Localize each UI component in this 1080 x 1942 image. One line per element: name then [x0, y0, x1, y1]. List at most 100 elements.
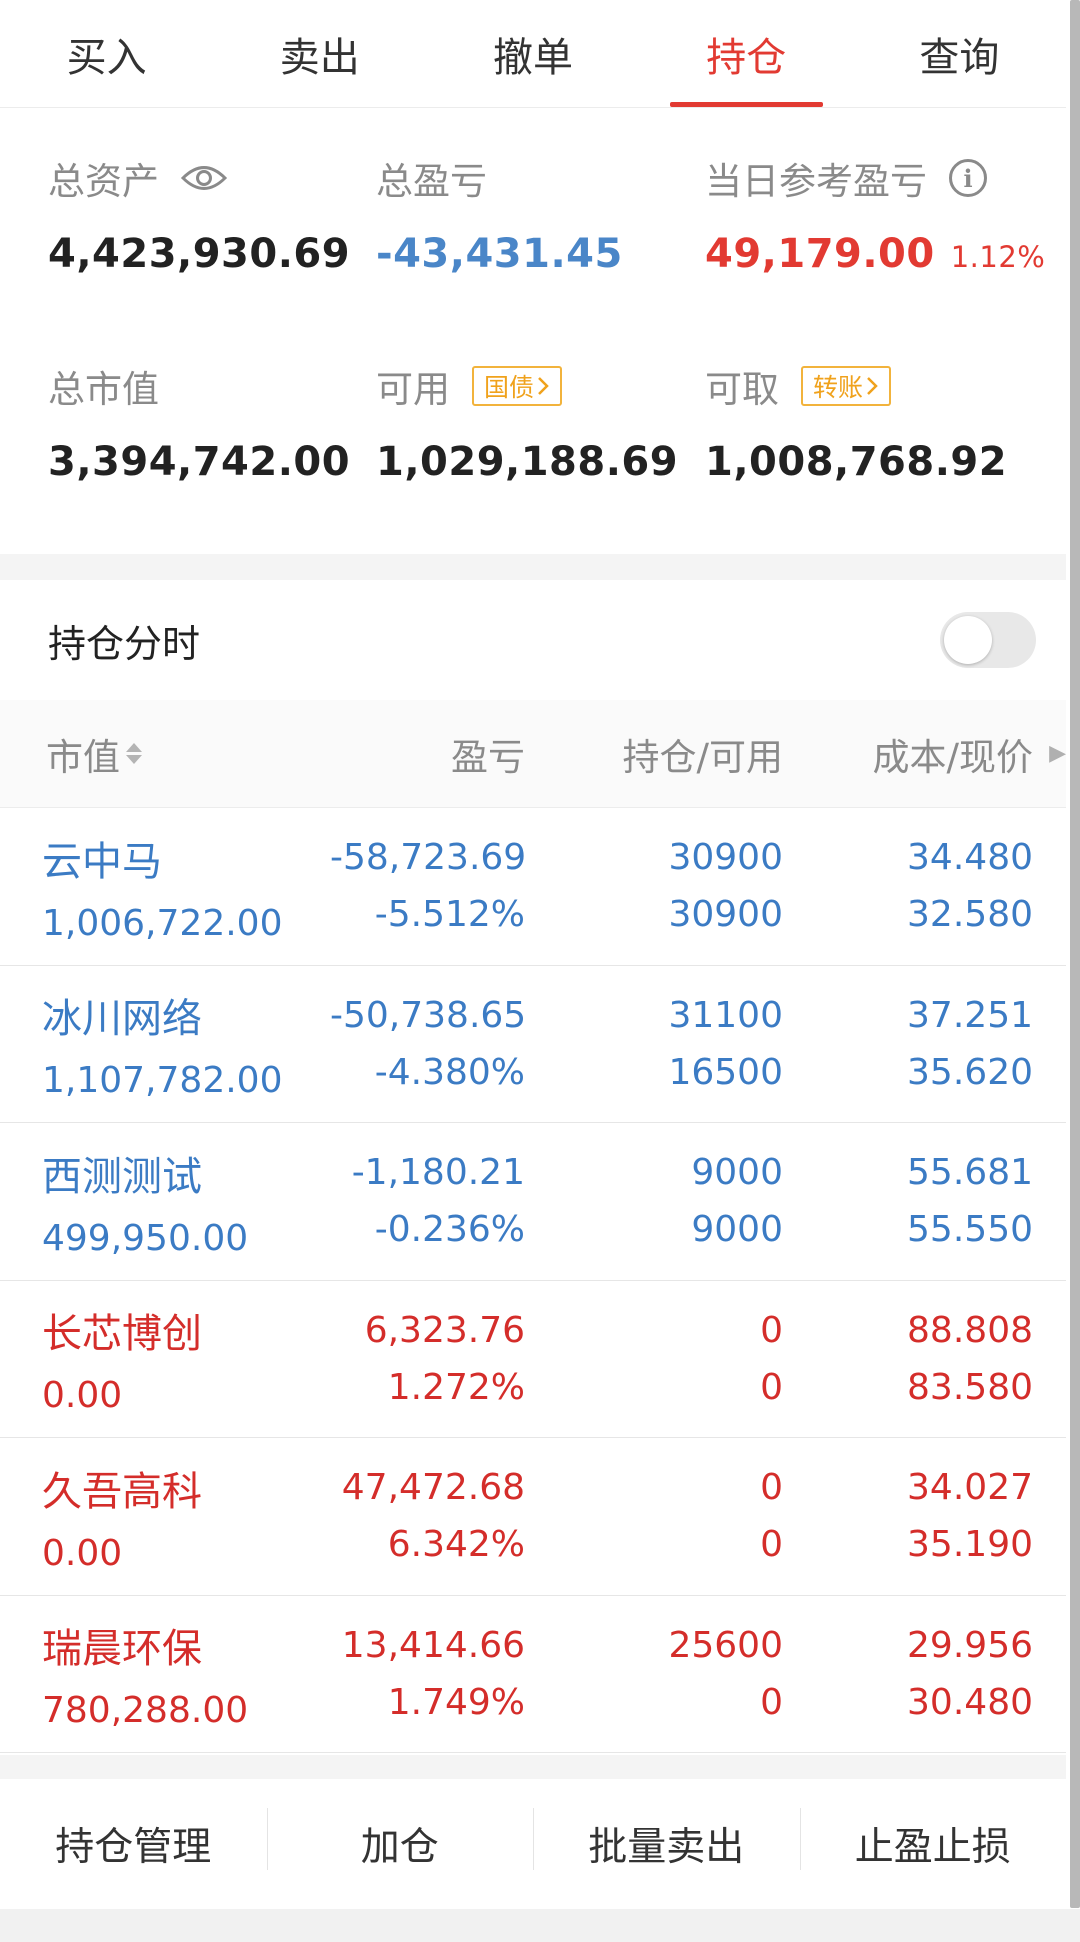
toggle-knob	[944, 616, 992, 664]
header-pnl: 盈亏	[451, 735, 525, 779]
table-row[interactable]: 云中马 1,006,722.00 -58,723.69 -5.512% 30900 3…	[0, 808, 1066, 966]
stock-cost: 29.956	[907, 1624, 1033, 1666]
available-cell: 可用 国债 1,029,188.69	[376, 359, 678, 485]
market-value-value: 3,394,742.00	[48, 439, 351, 485]
stock-price: 35.620	[907, 1051, 1033, 1093]
position-action-bar: 持仓管理 加仓 批量卖出 止盈止损	[0, 1779, 1066, 1909]
stock-market-value: 780,288.00	[42, 1690, 249, 1732]
treasury-bond-label: 国债	[484, 373, 535, 402]
stock-name: 云中马	[42, 838, 162, 885]
section-divider	[0, 1755, 1066, 1779]
stock-price: 32.580	[907, 894, 1033, 936]
total-pnl-value: -43,431.45	[376, 231, 623, 277]
total-assets-label: 总资产	[48, 160, 159, 203]
stock-pnl: -58,723.69	[330, 837, 527, 879]
stock-available: 9000	[691, 1209, 783, 1251]
market-value-cell: 总市值 3,394,742.00	[48, 359, 350, 485]
stock-available: 0	[760, 1681, 783, 1723]
chevron-right-icon	[538, 377, 549, 395]
transfer-label: 转账	[813, 373, 864, 402]
stock-price: 30.480	[907, 1681, 1033, 1723]
stock-cost: 37.251	[907, 994, 1033, 1036]
tab-query[interactable]: 查询	[853, 0, 1066, 107]
withdrawable-label: 可取	[705, 368, 779, 411]
stock-name: 长芯博创	[42, 1311, 202, 1358]
stock-pnl-percent: 1.272%	[387, 1366, 525, 1408]
tab-buy[interactable]: 买入	[0, 0, 213, 107]
stock-position: 0	[760, 1467, 783, 1509]
stock-price: 83.580	[907, 1366, 1033, 1408]
tab-cancel-order[interactable]: 撤单	[426, 0, 639, 107]
tab-positions[interactable]: 持仓	[640, 0, 853, 107]
stock-price: 55.550	[907, 1209, 1033, 1251]
stock-market-value: 0.00	[42, 1375, 123, 1417]
trade-tab-bar: 买入 卖出 撤单 持仓 查询	[0, 0, 1066, 108]
header-market-value-label: 市值	[46, 735, 120, 779]
position-intraday-label: 持仓分时	[48, 621, 201, 666]
header-market-value[interactable]: 市值	[0, 727, 330, 781]
stock-cost: 34.480	[907, 837, 1033, 879]
total-pnl-cell: 总盈亏 -43,431.45	[376, 151, 623, 277]
stock-market-value: 1,006,722.00	[42, 902, 283, 944]
daily-pnl-percent: 1.12%	[950, 240, 1046, 274]
daily-pnl-cell: 当日参考盈亏 i 49,179.00 1.12%	[705, 151, 1045, 277]
available-label: 可用	[376, 368, 450, 411]
header-position-available: 持仓/可用	[622, 735, 783, 779]
stock-market-value: 0.00	[42, 1532, 123, 1574]
stock-pnl-percent: 6.342%	[387, 1524, 525, 1566]
table-row[interactable]: 久吾高科 0.00 47,472.68 6.342% 0 0 34.027 35.190	[0, 1438, 1066, 1596]
stock-name: 西测测试	[42, 1153, 202, 1200]
stock-market-value: 499,950.00	[42, 1217, 249, 1259]
chevron-right-icon	[867, 377, 878, 395]
stock-cost: 34.027	[907, 1467, 1033, 1509]
take-profit-stop-loss-button[interactable]: 止盈止损	[799, 1808, 1067, 1872]
positions-list: 云中马 1,006,722.00 -58,723.69 -5.512% 30900 3…	[0, 808, 1066, 1753]
sort-icon[interactable]	[126, 743, 142, 764]
more-columns-icon[interactable]: ▶	[1033, 741, 1066, 766]
stock-pnl: 6,323.76	[364, 1309, 525, 1351]
stock-name: 久吾高科	[42, 1468, 202, 1515]
stock-name: 瑞晨环保	[42, 1626, 202, 1673]
stock-available: 30900	[668, 894, 783, 936]
section-divider	[0, 554, 1066, 580]
stock-price: 35.190	[907, 1524, 1033, 1566]
stock-pnl: -50,738.65	[330, 994, 527, 1036]
stock-available: 0	[760, 1366, 783, 1408]
position-intraday-row: 持仓分时	[0, 580, 1066, 700]
stock-position: 9000	[691, 1152, 783, 1194]
batch-sell-button[interactable]: 批量卖出	[533, 1808, 800, 1872]
stock-pnl-percent: -4.380%	[374, 1051, 525, 1093]
table-row[interactable]: 长芯博创 0.00 6,323.76 1.272% 0 0 88.808 83.580	[0, 1280, 1066, 1438]
stock-pnl-percent: -5.512%	[374, 894, 525, 936]
stock-position: 25600	[668, 1624, 783, 1666]
total-pnl-label: 总盈亏	[376, 160, 487, 203]
table-row[interactable]: 瑞晨环保 780,288.00 13,414.66 1.749% 25600 0 29…	[0, 1595, 1066, 1753]
stock-position: 30900	[668, 837, 783, 879]
stock-pnl-percent: -0.236%	[374, 1209, 525, 1251]
bottom-strip	[0, 1909, 1080, 1942]
positions-table-header: 市值 盈亏 持仓/可用 成本/现价 ▶	[0, 700, 1066, 808]
header-cost-price: 成本/现价	[872, 735, 1033, 779]
stock-position: 0	[760, 1309, 783, 1351]
info-icon[interactable]: i	[949, 159, 987, 197]
transfer-button[interactable]: 转账	[801, 366, 892, 406]
stock-pnl-percent: 1.749%	[387, 1681, 525, 1723]
table-row[interactable]: 西测测试 499,950.00 -1,180.21 -0.236% 9000 9000…	[0, 1123, 1066, 1281]
scrollbar[interactable]	[1070, 0, 1080, 1908]
market-value-label: 总市值	[48, 368, 159, 411]
total-assets-cell: 总资产 4,423,930.69	[48, 151, 350, 277]
stock-market-value: 1,107,782.00	[42, 1060, 283, 1102]
daily-pnl-value: 49,179.00	[705, 231, 935, 277]
stock-pnl: 13,414.66	[341, 1624, 525, 1666]
tab-sell[interactable]: 卖出	[213, 0, 426, 107]
available-value: 1,029,188.69	[376, 439, 679, 485]
position-intraday-toggle[interactable]	[940, 612, 1036, 668]
stock-name: 冰川网络	[42, 996, 202, 1043]
add-position-button[interactable]: 加仓	[266, 1808, 534, 1872]
table-row[interactable]: 冰川网络 1,107,782.00 -50,738.65 -4.380% 31100…	[0, 965, 1066, 1123]
eye-icon[interactable]	[181, 163, 227, 193]
withdrawable-cell: 可取 转账 1,008,768.92	[705, 359, 1007, 485]
treasury-bond-button[interactable]: 国债	[472, 366, 563, 406]
position-management-button[interactable]: 持仓管理	[0, 1816, 267, 1872]
account-summary: 总资产 4,423,930.69 总盈亏 -43,431.45 当日参考盈亏 i…	[0, 109, 1066, 554]
